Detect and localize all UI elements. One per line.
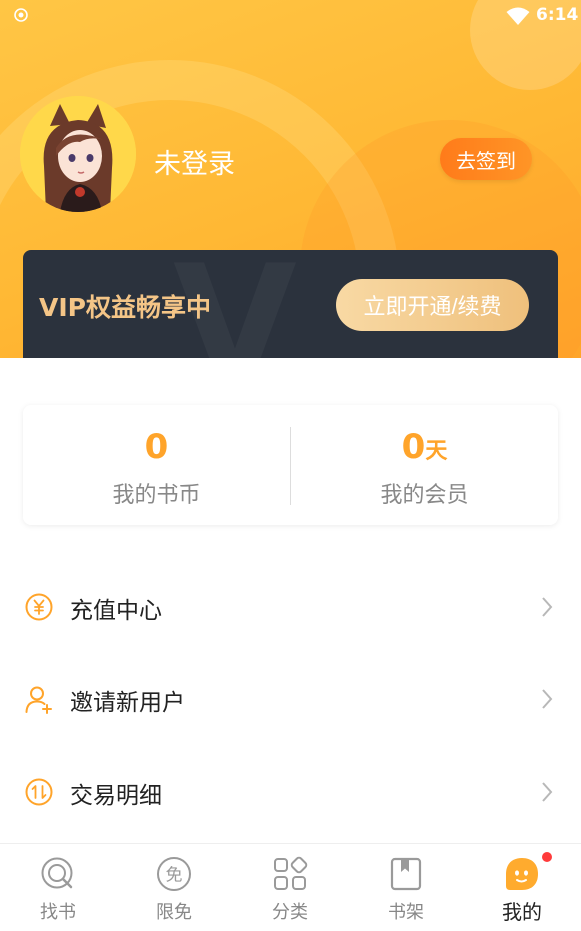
membership-value: 0	[401, 427, 426, 467]
coins-value: 0	[144, 427, 169, 467]
menu-item-transactions[interactable]: 交易明细	[0, 746, 581, 838]
me-icon	[506, 858, 538, 890]
tab-label-bookshelf: 书架	[388, 902, 424, 923]
tab-label-find-books: 找书	[40, 902, 76, 923]
user-name[interactable]: 未登录	[154, 142, 235, 181]
coins-stat[interactable]: 0 我的书币	[23, 405, 290, 525]
svg-text:免: 免	[166, 866, 183, 886]
membership-stat[interactable]: 0天 我的会员	[291, 405, 558, 525]
wifi-icon	[506, 7, 530, 25]
tab-label-category: 分类	[272, 902, 308, 923]
transaction-icon	[25, 778, 53, 806]
tab-me[interactable]: 我的	[464, 844, 580, 931]
tab-find-books[interactable]: 找书	[0, 844, 116, 931]
notification-dot	[542, 852, 552, 862]
menu-label-invite: 邀请新用户	[70, 690, 185, 716]
tab-label-me: 我的	[502, 900, 542, 924]
tab-label-free: 限免	[156, 902, 192, 923]
tab-category[interactable]: 分类	[232, 844, 348, 931]
vip-card[interactable]: V VIP权益畅享中 立即开通/续费	[23, 250, 558, 358]
vip-title: VIP权益畅享中	[39, 293, 211, 322]
search-book-icon	[41, 857, 73, 889]
tab-bookshelf[interactable]: 书架	[348, 844, 464, 931]
chevron-right-icon	[542, 782, 553, 802]
membership-unit: 天	[425, 439, 448, 464]
chevron-right-icon	[542, 689, 553, 709]
stats-card: 0 我的书币 0天 我的会员	[23, 405, 558, 525]
membership-value-row: 0天	[291, 427, 558, 467]
bottom-tab-bar: 找书 免 限免 分类 书架 我的	[0, 843, 581, 931]
add-user-icon	[25, 686, 52, 714]
coins-label: 我的书币	[112, 483, 201, 508]
avatar[interactable]	[20, 96, 136, 212]
status-bar: 6:14	[0, 0, 581, 32]
chevron-right-icon	[542, 597, 553, 617]
menu-label-recharge: 充值中心	[70, 598, 162, 624]
vip-subscribe-button[interactable]: 立即开通/续费	[336, 279, 529, 331]
category-icon	[274, 856, 308, 890]
tab-free[interactable]: 免 限免	[116, 844, 232, 931]
membership-label: 我的会员	[380, 483, 469, 508]
free-icon: 免	[157, 857, 191, 891]
menu-item-recharge[interactable]: 充值中心	[0, 561, 581, 653]
avatar-illustration	[20, 96, 136, 212]
status-time: 6:14	[536, 5, 579, 25]
menu-label-transactions: 交易明细	[70, 783, 162, 809]
shield-icon	[14, 8, 28, 22]
yuan-icon	[25, 593, 53, 621]
bookshelf-icon	[390, 857, 422, 891]
checkin-button[interactable]: 去签到	[440, 138, 532, 180]
menu-item-invite[interactable]: 邀请新用户	[0, 653, 581, 745]
